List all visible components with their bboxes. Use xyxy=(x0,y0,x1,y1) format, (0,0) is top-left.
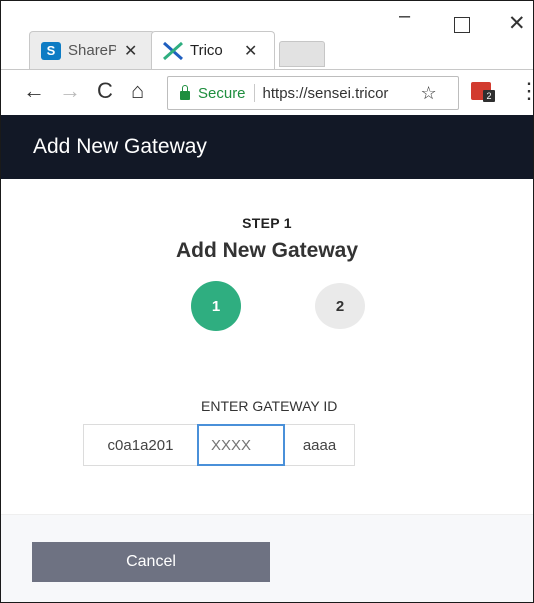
tab-title: Trico xyxy=(190,42,223,59)
new-tab-button[interactable] xyxy=(279,41,325,67)
sharepoint-icon: S xyxy=(40,41,62,61)
minimize-icon[interactable]: – xyxy=(399,5,410,28)
lock-icon xyxy=(180,84,190,100)
browser-toolbar: ← → C ⌂ Secure https://sensei.tricor ☆ 2… xyxy=(1,69,533,116)
close-icon[interactable]: ✕ xyxy=(124,41,137,61)
extension-icon[interactable]: 2 xyxy=(471,82,495,102)
step-label: STEP 1 xyxy=(242,215,292,231)
home-icon[interactable]: ⌂ xyxy=(131,80,144,102)
step-indicator-1: 1 xyxy=(191,281,241,331)
gateway-id-label: ENTER GATEWAY ID xyxy=(201,398,338,414)
window-close-icon[interactable]: ✕ xyxy=(508,11,526,36)
maximize-icon[interactable] xyxy=(454,17,470,33)
step-indicator-2: 2 xyxy=(315,283,365,329)
cancel-button[interactable]: Cancel xyxy=(32,542,270,582)
step-heading: Add New Gateway xyxy=(175,239,359,262)
kebab-menu-icon[interactable]: ⋮ xyxy=(518,78,533,104)
address-bar[interactable]: Secure https://sensei.tricor ☆ xyxy=(167,76,459,110)
wizard-footer: Cancel xyxy=(1,514,533,602)
omnibox-divider xyxy=(253,84,255,102)
tab-trico[interactable]: Trico ✕ xyxy=(151,31,275,69)
extension-badge: 2 xyxy=(483,90,495,102)
bookmark-star-icon[interactable]: ☆ xyxy=(421,83,437,104)
tab-sharepoint[interactable]: S SharePoint ✕ xyxy=(29,31,155,69)
back-arrow-icon[interactable]: ← xyxy=(23,80,45,102)
reload-icon[interactable]: C xyxy=(97,80,113,102)
secure-label: Secure xyxy=(198,84,246,102)
wizard-content: STEP 1 Add New Gateway 1 2 ENTER GATEWAY… xyxy=(1,179,533,514)
trico-x-icon xyxy=(162,41,184,61)
url-text[interactable]: https://sensei.tricor xyxy=(263,85,417,102)
gateway-id-inputs: c0a1a201 aaaa xyxy=(83,424,355,466)
page-title: Add New Gateway xyxy=(33,135,207,158)
gateway-id-segment-1: c0a1a201 xyxy=(83,424,197,466)
close-icon[interactable]: ✕ xyxy=(244,41,257,61)
app-header: Add New Gateway xyxy=(1,115,533,179)
gateway-id-segment-2[interactable] xyxy=(197,424,285,466)
forward-arrow-icon[interactable]: → xyxy=(59,80,81,102)
gateway-id-segment-3: aaaa xyxy=(285,424,355,466)
tab-strip: S SharePoint ✕ Trico ✕ – ✕ xyxy=(1,1,533,69)
tab-title: SharePoint xyxy=(68,42,116,59)
gateway-id-input[interactable] xyxy=(211,436,281,454)
browser-window: S SharePoint ✕ Trico ✕ – ✕ ← → C ⌂ Secur… xyxy=(0,0,534,603)
